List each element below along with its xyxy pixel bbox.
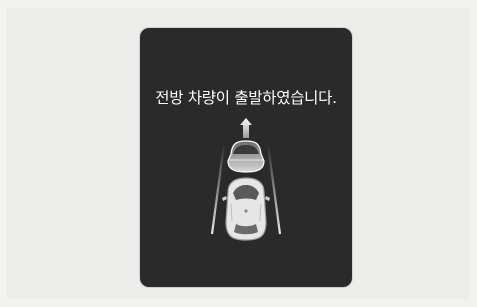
vehicle-scene bbox=[210, 118, 282, 241]
front-vehicle-icon bbox=[227, 140, 265, 173]
own-vehicle-icon bbox=[222, 177, 270, 241]
up-arrow-icon bbox=[240, 118, 252, 138]
cluster-display: 전방 차량이 출발하였습니다. bbox=[140, 28, 352, 287]
